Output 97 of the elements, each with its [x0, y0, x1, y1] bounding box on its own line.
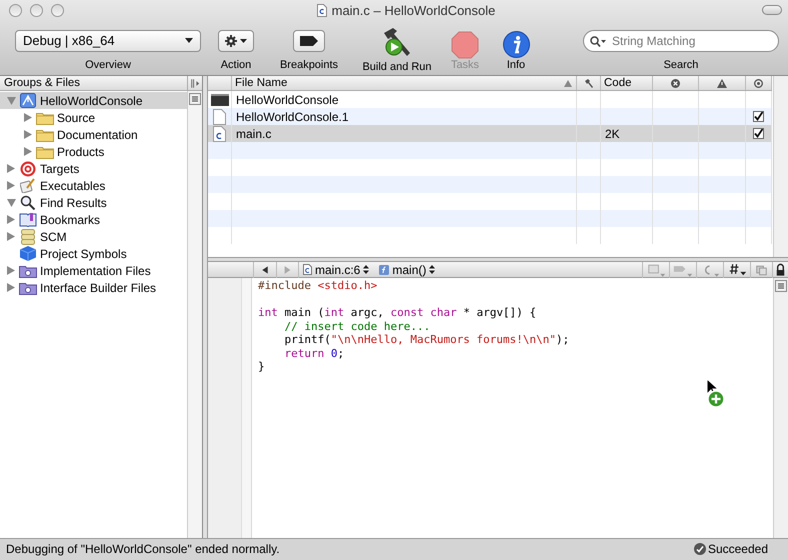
stop-sign-icon[interactable] [451, 30, 479, 58]
project-icon [20, 93, 36, 108]
disclosure-closed-icon[interactable] [7, 215, 15, 224]
toolbar-label: Search [664, 58, 698, 72]
search-field[interactable]: String Matching [583, 30, 779, 52]
c-file-icon [213, 126, 226, 142]
code-line: #include <stdio.h> [258, 279, 378, 292]
split-handle-icon[interactable] [189, 93, 201, 105]
disclosure-closed-icon[interactable] [7, 164, 15, 173]
checkbox[interactable] [753, 111, 764, 122]
tree-item[interactable]: Project Symbols [0, 245, 187, 262]
search-icon [590, 36, 606, 46]
toolbar-label: Build and Run [362, 60, 432, 74]
close-button[interactable] [9, 4, 22, 18]
function-icon [379, 264, 390, 274]
gear-menu-button[interactable] [218, 30, 254, 52]
toolbar-label: Tasks [450, 58, 480, 72]
table-cell-text: 2K [605, 126, 620, 142]
terminal-icon [210, 94, 228, 106]
gear-folder-icon [19, 264, 37, 278]
tree-item[interactable]: SCM [0, 228, 187, 245]
disclosure-open-icon[interactable] [6, 198, 16, 206]
file-row[interactable]: main.c 2K [208, 125, 772, 142]
code-line: int main (int argc, const char * argv[]) { [258, 306, 536, 320]
tree-item[interactable]: Source [0, 109, 187, 126]
tree-item[interactable]: Interface Builder Files [0, 279, 187, 296]
status-message: Debugging of "HelloWorldConsole" ended normally. [6, 541, 281, 558]
code-line: // insert code here... [283, 320, 430, 333]
bullseye-icon [20, 160, 36, 176]
folder-icon [36, 128, 54, 142]
file-row[interactable]: HelloWorldConsole.1 [208, 108, 772, 125]
table-cell-text: HelloWorldConsole [236, 92, 338, 108]
pencil-icon [20, 178, 36, 193]
tree-item[interactable]: Targets [0, 160, 187, 177]
tree-item[interactable]: Products [0, 143, 187, 160]
zoom-button[interactable] [51, 4, 64, 18]
hammer-icon [584, 78, 594, 88]
magnifier-icon [20, 195, 36, 210]
tree-item[interactable]: Documentation [0, 126, 187, 143]
disclosure-open-icon[interactable] [6, 96, 16, 104]
sort-ascending-icon [564, 80, 572, 86]
tree-item[interactable]: Find Results [0, 194, 187, 211]
disclosure-closed-icon[interactable] [7, 283, 15, 292]
error-icon [671, 78, 680, 88]
window-title: main.c – HelloWorldConsole [332, 2, 496, 20]
tree-item[interactable]: Bookmarks [0, 211, 187, 228]
tree-item[interactable]: Executables [0, 177, 187, 194]
stepper-arrows-icon [363, 265, 370, 274]
tree-item[interactable]: HelloWorldConsole [0, 92, 187, 109]
disclosure-closed-icon[interactable] [7, 181, 15, 190]
table-cell-text: main.c [236, 126, 272, 142]
info-icon[interactable] [502, 31, 530, 58]
toolbar-label: Info [506, 58, 526, 72]
code-line: printf("\n\nHello, MacRumors forums!\n\n"); [283, 333, 570, 346]
disclosure-closed-icon[interactable] [24, 130, 32, 139]
caret-icon [240, 38, 247, 42]
target-icon [754, 78, 763, 88]
c-file-icon [316, 4, 327, 18]
warning-icon [717, 78, 727, 88]
disclosure-closed-icon[interactable] [24, 113, 32, 122]
build-result: Succeeded [708, 541, 768, 558]
gear-folder-icon [19, 280, 37, 294]
column-header[interactable]: File Name [235, 76, 288, 90]
split-handle-icon[interactable] [775, 280, 787, 292]
checkbox[interactable] [753, 128, 764, 139]
cube-icon [20, 246, 36, 261]
overview-popup[interactable]: Debug | x86_64 [15, 30, 201, 52]
code-line: } [258, 360, 265, 374]
gear-icon [225, 34, 237, 46]
tree-item[interactable]: Implementation Files [0, 262, 187, 279]
minimize-button[interactable] [30, 4, 43, 18]
disclosure-closed-icon[interactable] [24, 147, 32, 156]
database-icon [21, 228, 35, 244]
book-icon [19, 212, 37, 226]
folder-icon [36, 110, 54, 124]
table-cell-text: HelloWorldConsole.1 [236, 108, 348, 126]
column-header[interactable]: Code [604, 77, 632, 89]
file-popup[interactable]: main.c:6 [299, 260, 374, 278]
c-file-icon [303, 264, 312, 275]
toolbar-label: Breakpoints [280, 58, 338, 72]
toolbar-label: Action [220, 58, 252, 72]
function-popup[interactable]: main() [373, 260, 442, 278]
breakpoint-button[interactable] [293, 30, 325, 52]
sidebar-header: Groups & Files [3, 76, 82, 90]
disclosure-closed-icon[interactable] [7, 266, 15, 275]
dropdown-arrow-icon [185, 38, 193, 43]
status-result-icon [694, 543, 706, 555]
disclosure-closed-icon[interactable] [7, 232, 15, 241]
folder-icon [36, 144, 54, 158]
scroll-bar[interactable] [773, 76, 788, 257]
code-line: return 0; [283, 346, 344, 360]
hammer-play-icon[interactable] [381, 26, 413, 56]
stepper-arrows-icon [429, 265, 436, 274]
breakpoint-tag-icon [300, 36, 318, 46]
document-icon [213, 108, 226, 124]
toolbar-toggle-button[interactable] [762, 5, 782, 15]
toolbar-label: Overview [85, 58, 131, 72]
